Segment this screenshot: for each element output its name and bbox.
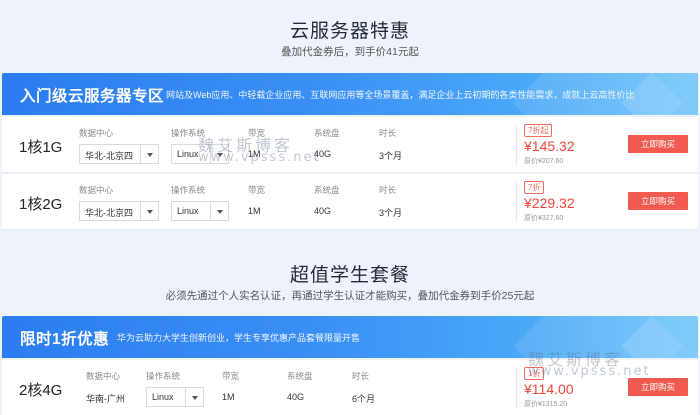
disk-label: 系统盘 xyxy=(314,185,340,195)
product-spec: 1核1G xyxy=(19,139,63,156)
section-subtitle-student: 必须先通过个人实名认证，再通过学生认证才能购买，叠加代金券到手价25元起 xyxy=(165,290,535,302)
duration-value: 6个月 xyxy=(352,394,376,404)
divider xyxy=(516,182,517,222)
duration-label: 时长 xyxy=(379,128,397,138)
price: ¥145.32 xyxy=(524,138,575,154)
datacenter-value: 华南-广州 xyxy=(86,394,125,404)
original-price: 原价¥327.60 xyxy=(524,215,564,222)
price: ¥229.32 xyxy=(524,195,575,211)
os-select[interactable]: Linux xyxy=(171,201,229,221)
product-spec: 1核2G xyxy=(19,196,63,213)
datacenter-select[interactable]: 华北-北京四 xyxy=(79,201,159,221)
os-select[interactable]: Linux xyxy=(146,387,204,407)
disk-value: 40G xyxy=(287,392,305,402)
watermark-url: www.vpsss.net xyxy=(198,150,321,165)
product-spec: 2核4G xyxy=(19,382,63,399)
bandwidth-label: 带宽 xyxy=(248,185,266,195)
original-price: 原价¥1315.20 xyxy=(524,401,568,408)
duration-label: 时长 xyxy=(379,185,397,195)
buy-now-button[interactable]: 立即购买 xyxy=(628,135,688,153)
buy-now-button[interactable]: 立即购买 xyxy=(628,378,688,396)
datacenter-label: 数据中心 xyxy=(79,128,114,138)
disk-label: 系统盘 xyxy=(314,128,340,138)
datacenter-value: 华北-北京四 xyxy=(85,151,133,161)
chevron-down-icon xyxy=(140,145,158,163)
discount-badge: 7折 xyxy=(524,181,545,194)
page: 云服务器特惠 叠加代金券后，到手价41元起 入门级云服务器专区 网站及Web应用… xyxy=(0,0,700,415)
bandwidth-value: 1M xyxy=(248,206,261,216)
disk-value: 40G xyxy=(314,206,332,216)
banner-description: 网站及Web应用、中轻载企业应用、互联网应用等全场景覆盖，满足企业上云初期的各类… xyxy=(166,90,635,100)
banner-entry-level: 入门级云服务器专区 网站及Web应用、中轻载企业应用、互联网应用等全场景覆盖，满… xyxy=(2,73,698,115)
product-row-1c1g: 1核1G 数据中心 华北-北京四 操作系统 Linux 带宽 1M 系统盘 40… xyxy=(2,117,698,173)
section-title-student: 超值学生套餐 xyxy=(289,265,410,286)
os-value: Linux xyxy=(152,392,174,402)
duration-value: 3个月 xyxy=(379,208,403,218)
os-label: 操作系统 xyxy=(171,185,206,195)
banner-description: 华为云助力大学生创新创业，学生专享优惠产品套餐限量开售 xyxy=(117,333,361,343)
datacenter-select[interactable]: 华北-北京四 xyxy=(79,144,159,164)
product-row-1c2g: 1核2G 数据中心 华北-北京四 操作系统 Linux 带宽 1M 系统盘 40… xyxy=(2,174,698,230)
buy-now-button[interactable]: 立即购买 xyxy=(628,192,688,210)
os-value: Linux xyxy=(177,149,199,159)
datacenter-value: 华北-北京四 xyxy=(85,208,133,218)
chevron-down-icon xyxy=(140,202,158,220)
chevron-down-icon xyxy=(185,388,203,406)
bandwidth-value: 1M xyxy=(222,392,235,402)
disk-label: 系统盘 xyxy=(287,371,313,381)
chevron-down-icon xyxy=(210,202,228,220)
discount-badge: 7折起 xyxy=(524,124,553,137)
os-value: Linux xyxy=(177,206,199,216)
datacenter-label: 数据中心 xyxy=(86,371,121,381)
section-title-cloud-server: 云服务器特惠 xyxy=(289,21,410,42)
duration-label: 时长 xyxy=(352,371,370,381)
price: ¥114.00 xyxy=(524,381,574,397)
bandwidth-label: 带宽 xyxy=(222,371,240,381)
datacenter-label: 数据中心 xyxy=(79,185,114,195)
banner-title: 限时1折优惠 xyxy=(20,331,110,348)
section-subtitle-cloud-server: 叠加代金券后，到手价41元起 xyxy=(281,46,419,58)
watermark-url: www.vpsss.net xyxy=(528,364,651,379)
os-label: 操作系统 xyxy=(146,371,181,381)
divider xyxy=(516,368,517,408)
divider xyxy=(516,125,517,165)
banner-title: 入门级云服务器专区 xyxy=(20,88,165,105)
duration-value: 3个月 xyxy=(379,151,403,161)
original-price: 原价¥207.60 xyxy=(524,158,564,165)
